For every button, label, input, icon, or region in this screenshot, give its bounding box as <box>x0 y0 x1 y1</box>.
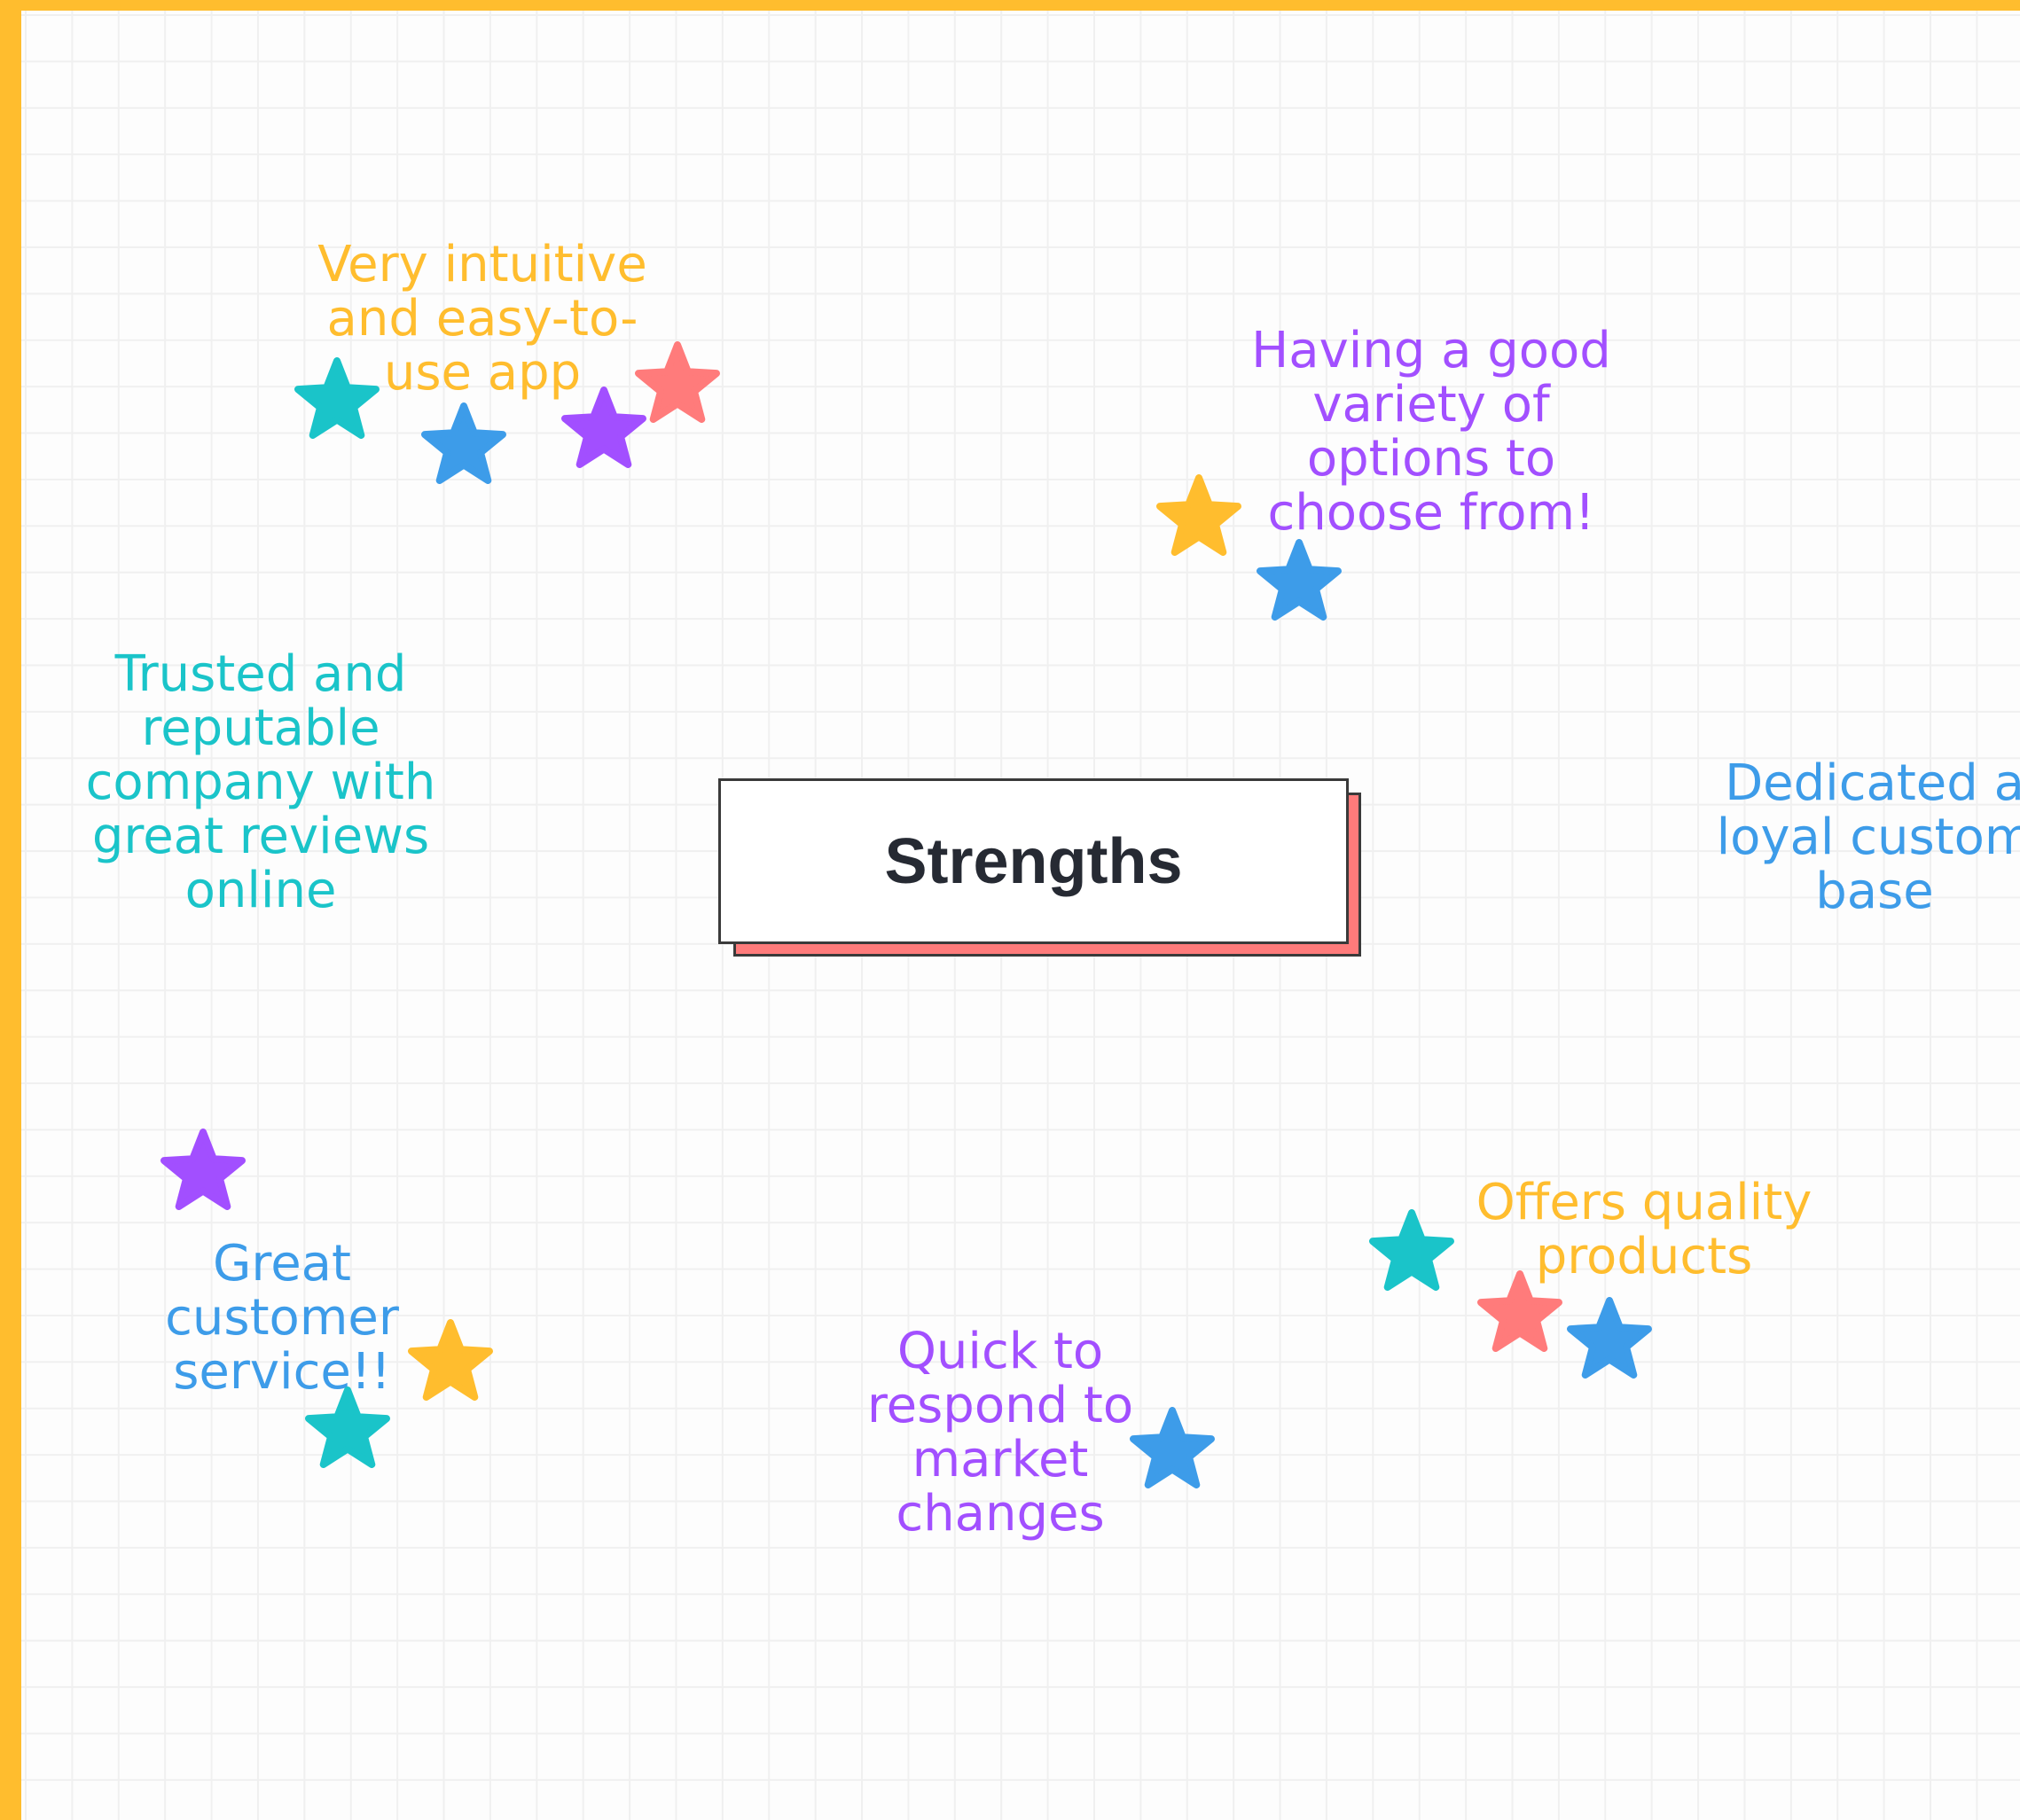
note-quality-products[interactable]: Offers quality products <box>1422 1176 1866 1284</box>
note-customer-service[interactable]: Great customer service!! <box>122 1237 442 1399</box>
page-title: Strengths <box>884 825 1183 897</box>
star-icon[interactable] <box>633 341 722 430</box>
star-icon[interactable] <box>1128 1407 1217 1496</box>
star-icon[interactable] <box>1565 1297 1654 1386</box>
note-trusted-company[interactable]: Trusted and reputable company with great… <box>35 647 487 918</box>
star-icon[interactable] <box>406 1319 495 1408</box>
note-variety-options[interactable]: Having a good variety of options to choo… <box>1192 324 1671 540</box>
star-icon[interactable] <box>159 1129 247 1217</box>
star-icon[interactable] <box>419 402 508 491</box>
star-icon[interactable] <box>293 357 381 446</box>
star-icon[interactable] <box>1255 539 1343 628</box>
star-icon[interactable] <box>303 1386 392 1475</box>
whiteboard-canvas[interactable]: Very intuitive and easy-to- use app Havi… <box>0 0 2020 1820</box>
star-icon[interactable] <box>1476 1270 1564 1359</box>
note-loyal-customer-base[interactable]: Dedicated a loyal custom base <box>1653 756 2020 918</box>
title-card[interactable]: Strengths <box>718 778 1349 944</box>
star-icon[interactable] <box>1367 1209 1456 1298</box>
star-icon[interactable] <box>1155 474 1243 563</box>
